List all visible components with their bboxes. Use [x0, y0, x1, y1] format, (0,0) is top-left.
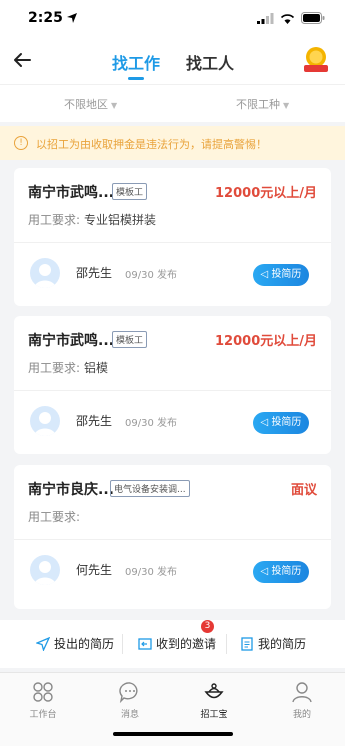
status-bar: 2:25	[0, 0, 345, 40]
recruit-treasure-icon	[204, 683, 224, 699]
job-card[interactable]: 南宁市武鸣... 模板工 12000元以上/月 用工要求: 铝模 邵先生 09/3…	[14, 316, 331, 454]
workbench-icon	[33, 682, 53, 702]
post-date: 09/30 发布	[125, 270, 177, 281]
profile-icon	[292, 682, 312, 703]
apply-button[interactable]: ◁ 投简历	[253, 412, 309, 434]
nav-item-workbench[interactable]: 工作台	[3, 681, 83, 720]
nav-label: 招工宝	[200, 710, 228, 720]
apply-button-label: 投简历	[271, 417, 302, 428]
home-indicator	[113, 732, 233, 736]
poster-name: 邵先生	[76, 414, 113, 428]
salary: 面议	[290, 483, 317, 498]
requirement: 用工要求: 专业铝模拼装	[28, 211, 156, 228]
resume-action-bar: 投出的简历 收到的邀请 3 我的简历	[0, 620, 345, 668]
nav-item-profile[interactable]: 我的	[262, 681, 342, 720]
person-icon	[34, 561, 56, 585]
poster-name: 何先生	[76, 563, 113, 577]
filter-bar: 不限地区 ▼ 不限工种 ▼	[0, 84, 345, 122]
job-type-filter[interactable]: 不限工种 ▼	[236, 96, 289, 112]
divider	[14, 539, 331, 540]
region-filter[interactable]: 不限地区 ▼	[64, 96, 117, 112]
job-title: 南宁市武鸣...	[28, 333, 114, 349]
job-type-tag: 模板工	[112, 331, 148, 348]
nav-label: 工作台	[29, 710, 57, 720]
message-icon	[119, 682, 138, 703]
my-resume-button[interactable]: 我的简历	[240, 635, 306, 652]
poster-name: 邵先生	[76, 266, 113, 280]
nav-label: 消息	[120, 710, 139, 720]
paper-plane-icon	[36, 636, 50, 651]
requirement-label: 用工要求:	[28, 510, 81, 524]
tab-find-worker[interactable]: 找工人	[186, 50, 234, 74]
divider	[14, 242, 331, 243]
battery-icon	[301, 12, 325, 24]
send-icon: ◁	[260, 417, 269, 428]
location-arrow-icon	[67, 13, 77, 23]
requirement: 用工要求: 铝模	[28, 359, 108, 376]
divider	[122, 634, 123, 654]
apply-button[interactable]: ◁ 投简历	[253, 561, 309, 583]
send-icon: ◁	[260, 566, 269, 577]
received-invites-label: 收到的邀请	[156, 637, 217, 651]
send-icon: ◁	[260, 269, 269, 280]
apply-button-label: 投简历	[271, 269, 302, 280]
tab-find-job[interactable]: 找工作	[112, 50, 160, 74]
sent-resumes-button[interactable]: 投出的简历	[36, 635, 114, 652]
nav-label: 我的	[292, 710, 311, 720]
region-filter-label: 不限地区	[64, 98, 108, 111]
job-card-top[interactable]: 南宁市良庆... 电气设备安装调... 面议 用工要求:	[14, 465, 331, 539]
person-icon	[34, 264, 56, 288]
medal-icon[interactable]	[303, 46, 329, 76]
divider	[226, 634, 227, 654]
warning-text: 以招工为由收取押金是违法行为，请提高警惕！	[36, 138, 267, 151]
job-type-tag: 模板工	[112, 183, 148, 200]
job-type-filter-label: 不限工种	[236, 98, 280, 111]
signal-icon	[257, 12, 274, 24]
notification-badge: 3	[201, 620, 214, 633]
apply-button-label: 投简历	[271, 566, 302, 577]
avatar	[30, 406, 60, 436]
job-card[interactable]: 南宁市良庆... 电气设备安装调... 面议 用工要求: 何先生 09/30 发…	[14, 465, 331, 609]
requirement-label: 用工要求:	[28, 361, 81, 375]
inbox-icon	[138, 637, 152, 650]
post-date: 09/30 发布	[125, 567, 177, 578]
status-time: 2:25	[28, 10, 63, 26]
received-invites-button[interactable]: 收到的邀请	[138, 635, 216, 652]
job-type-tag: 电气设备安装调...	[110, 480, 190, 497]
job-title: 南宁市良庆...	[28, 482, 114, 498]
my-resume-label: 我的简历	[258, 637, 307, 651]
chevron-down-icon: ▼	[283, 101, 290, 110]
post-date: 09/30 发布	[125, 418, 177, 429]
chevron-down-icon: ▼	[111, 101, 118, 110]
job-card-top[interactable]: 南宁市武鸣... 模板工 12000元以上/月 用工要求: 专业铝模拼装	[14, 168, 331, 242]
back-arrow-icon[interactable]	[10, 48, 34, 72]
avatar	[30, 555, 60, 585]
requirement-label: 用工要求:	[28, 213, 81, 227]
sent-resumes-label: 投出的简历	[54, 637, 115, 651]
requirement-value: 专业铝模拼装	[84, 213, 157, 227]
divider	[14, 390, 331, 391]
salary: 12000元以上/月	[215, 186, 317, 201]
nav-item-recruit[interactable]: 招工宝	[174, 681, 254, 720]
person-icon	[34, 412, 56, 436]
warning-icon: !	[14, 136, 28, 150]
tab-active-indicator	[128, 77, 144, 80]
salary: 12000元以上/月	[215, 334, 317, 349]
requirement: 用工要求:	[28, 508, 84, 525]
apply-button[interactable]: ◁ 投简历	[253, 264, 309, 286]
requirement-value: 铝模	[84, 361, 109, 375]
avatar	[30, 258, 60, 288]
document-icon	[241, 636, 253, 651]
nav-item-messages[interactable]: 消息	[90, 681, 170, 720]
warning-banner: ! 以招工为由收取押金是违法行为，请提高警惕！	[0, 126, 345, 160]
header: 找工作 找工人	[0, 40, 345, 84]
wifi-icon	[280, 13, 295, 24]
job-title: 南宁市武鸣...	[28, 185, 114, 201]
job-card[interactable]: 南宁市武鸣... 模板工 12000元以上/月 用工要求: 专业铝模拼装 邵先生 …	[14, 168, 331, 306]
job-card-top[interactable]: 南宁市武鸣... 模板工 12000元以上/月 用工要求: 铝模	[14, 316, 331, 390]
status-indicators	[257, 12, 325, 24]
